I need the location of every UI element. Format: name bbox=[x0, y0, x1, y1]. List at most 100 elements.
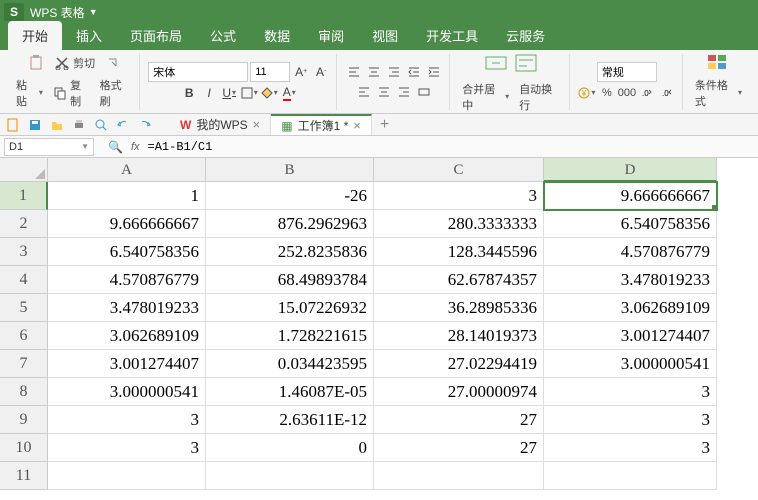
col-head-c[interactable]: C bbox=[374, 158, 544, 182]
cell-a8[interactable]: 3.000000541 bbox=[48, 378, 206, 406]
cell-a6[interactable]: 3.062689109 bbox=[48, 322, 206, 350]
cell-b7[interactable]: 0.034423595 bbox=[206, 350, 374, 378]
underline-button[interactable]: U▾ bbox=[220, 84, 238, 102]
cell-a9[interactable]: 3 bbox=[48, 406, 206, 434]
indent-increase-button[interactable] bbox=[425, 63, 443, 81]
cell-d11[interactable] bbox=[544, 462, 717, 490]
row-head-4[interactable]: 4 bbox=[0, 266, 48, 294]
cell-b2[interactable]: 876.2962963 bbox=[206, 210, 374, 238]
paste-button[interactable] bbox=[24, 53, 48, 73]
name-box[interactable]: D1 ▼ bbox=[4, 138, 94, 156]
print-icon[interactable] bbox=[72, 118, 86, 132]
font-color-button[interactable]: A▾ bbox=[280, 84, 298, 102]
cell-c11[interactable] bbox=[374, 462, 544, 490]
cell-a10[interactable]: 3 bbox=[48, 434, 206, 462]
row-head-10[interactable]: 10 bbox=[0, 434, 48, 462]
close-icon[interactable]: × bbox=[253, 117, 261, 132]
currency-button[interactable]: ¥▾ bbox=[578, 84, 596, 102]
cell-b8[interactable]: 1.46087E-05 bbox=[206, 378, 374, 406]
align-middle-button[interactable] bbox=[365, 63, 383, 81]
font-name-select[interactable] bbox=[148, 62, 248, 82]
increase-font-button[interactable]: A+ bbox=[292, 63, 310, 81]
cell-c3[interactable]: 128.3445596 bbox=[374, 238, 544, 266]
percent-button[interactable]: % bbox=[598, 84, 616, 102]
cell-b10[interactable]: 0 bbox=[206, 434, 374, 462]
cell-d6[interactable]: 3.001274407 bbox=[544, 322, 717, 350]
cell-a4[interactable]: 4.570876779 bbox=[48, 266, 206, 294]
col-head-d[interactable]: D bbox=[544, 158, 717, 182]
cell-b6[interactable]: 1.728221615 bbox=[206, 322, 374, 350]
cell-c4[interactable]: 62.67874357 bbox=[374, 266, 544, 294]
cell-b1[interactable]: -26 bbox=[206, 182, 374, 210]
indent-decrease-button[interactable] bbox=[405, 63, 423, 81]
app-menu-arrow-icon[interactable]: ▼ bbox=[89, 7, 98, 17]
cell-c8[interactable]: 27.00000974 bbox=[374, 378, 544, 406]
cell-b5[interactable]: 15.07226932 bbox=[206, 294, 374, 322]
redo-icon[interactable] bbox=[138, 118, 152, 132]
italic-button[interactable]: I bbox=[200, 84, 218, 102]
cell-d9[interactable]: 3 bbox=[544, 406, 717, 434]
fx-search-icon[interactable]: 🔍 bbox=[108, 140, 123, 154]
cell-c6[interactable]: 28.14019373 bbox=[374, 322, 544, 350]
close-icon[interactable]: × bbox=[353, 118, 361, 133]
select-all-corner[interactable] bbox=[0, 158, 48, 182]
cut-button[interactable]: 剪切 bbox=[50, 53, 99, 73]
cell-d10[interactable]: 3 bbox=[544, 434, 717, 462]
fill-color-button[interactable]: ▾ bbox=[260, 84, 278, 102]
cell-a2[interactable]: 9.666666667 bbox=[48, 210, 206, 238]
cell-d5[interactable]: 3.062689109 bbox=[544, 294, 717, 322]
cell-d1[interactable]: 9.666666667 bbox=[544, 182, 717, 210]
cell-d7[interactable]: 3.000000541 bbox=[544, 350, 717, 378]
row-head-8[interactable]: 8 bbox=[0, 378, 48, 406]
cell-c5[interactable]: 36.28985336 bbox=[374, 294, 544, 322]
col-head-b[interactable]: B bbox=[206, 158, 374, 182]
cell-a7[interactable]: 3.001274407 bbox=[48, 350, 206, 378]
row-head-6[interactable]: 6 bbox=[0, 322, 48, 350]
align-bottom-button[interactable] bbox=[385, 63, 403, 81]
wrap-text-button[interactable]: 自动换行 bbox=[515, 79, 563, 115]
doc-tab-mywps[interactable]: W 我的WPS × bbox=[170, 114, 271, 135]
cell-d4[interactable]: 3.478019233 bbox=[544, 266, 717, 294]
cell-c7[interactable]: 27.02294419 bbox=[374, 350, 544, 378]
tab-developer[interactable]: 开发工具 bbox=[412, 21, 492, 50]
fx-label[interactable]: fx bbox=[131, 141, 140, 153]
conditional-format-button[interactable]: 条件格式▾ bbox=[691, 75, 746, 111]
cell-b9[interactable]: 2.63611E-12 bbox=[206, 406, 374, 434]
row-head-7[interactable]: 7 bbox=[0, 350, 48, 378]
print-preview-icon[interactable] bbox=[94, 118, 108, 132]
row-head-3[interactable]: 3 bbox=[0, 238, 48, 266]
border-button[interactable]: ▾ bbox=[240, 84, 258, 102]
cell-b3[interactable]: 252.8235836 bbox=[206, 238, 374, 266]
cell-b4[interactable]: 68.49893784 bbox=[206, 266, 374, 294]
cell-c10[interactable]: 27 bbox=[374, 434, 544, 462]
cell-b11[interactable] bbox=[206, 462, 374, 490]
save-icon[interactable] bbox=[28, 118, 42, 132]
increase-decimal-button[interactable]: .0 bbox=[638, 84, 656, 102]
undo-icon[interactable] bbox=[116, 118, 130, 132]
chevron-down-icon[interactable]: ▼ bbox=[81, 142, 89, 151]
cell-a11[interactable] bbox=[48, 462, 206, 490]
add-tab-button[interactable]: + bbox=[372, 116, 397, 134]
align-left-button[interactable] bbox=[355, 83, 373, 101]
cell-d8[interactable]: 3 bbox=[544, 378, 717, 406]
format-painter-button[interactable]: 格式刷 bbox=[96, 75, 134, 111]
align-center-button[interactable] bbox=[375, 83, 393, 101]
row-head-11[interactable]: 11 bbox=[0, 462, 48, 490]
decrease-font-button[interactable]: A- bbox=[312, 63, 330, 81]
tab-page-layout[interactable]: 页面布局 bbox=[116, 21, 196, 50]
align-top-button[interactable] bbox=[345, 63, 363, 81]
number-format-select[interactable] bbox=[597, 62, 657, 82]
row-head-1[interactable]: 1 bbox=[0, 182, 48, 210]
cell-c9[interactable]: 27 bbox=[374, 406, 544, 434]
bold-button[interactable]: B bbox=[180, 84, 198, 102]
tab-data[interactable]: 数据 bbox=[250, 21, 304, 50]
row-head-5[interactable]: 5 bbox=[0, 294, 48, 322]
font-size-select[interactable] bbox=[250, 62, 290, 82]
cell-c1[interactable]: 3 bbox=[374, 182, 544, 210]
cell-a3[interactable]: 6.540758356 bbox=[48, 238, 206, 266]
tab-formulas[interactable]: 公式 bbox=[196, 21, 250, 50]
cell-a5[interactable]: 3.478019233 bbox=[48, 294, 206, 322]
copy-button[interactable]: 复制 bbox=[49, 75, 94, 111]
tab-review[interactable]: 审阅 bbox=[304, 21, 358, 50]
formula-input[interactable] bbox=[148, 140, 548, 154]
